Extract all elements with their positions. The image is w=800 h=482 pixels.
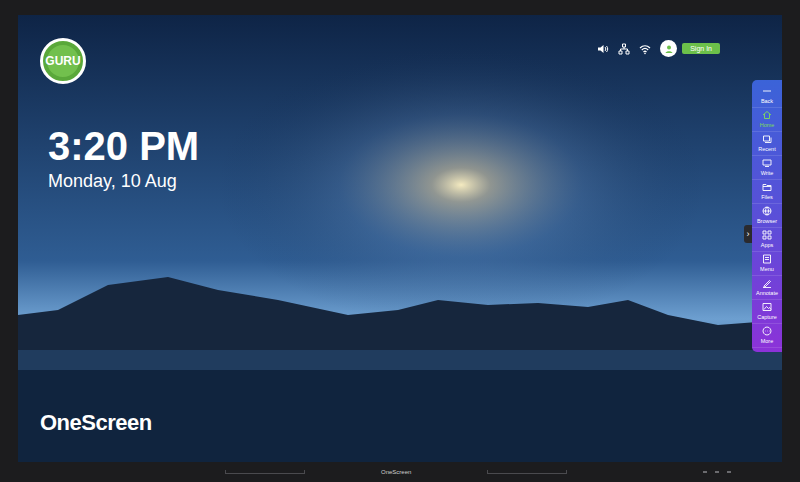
sidebar-item[interactable]: Files <box>752 180 782 204</box>
sidebar-label: Capture <box>757 314 777 321</box>
sidebar-item[interactable]: Annotate <box>752 276 782 300</box>
browser-icon <box>762 206 772 216</box>
pen-tray <box>225 470 305 474</box>
badge-text: GURU <box>45 54 80 68</box>
top-row: GURU Sign In <box>40 38 720 84</box>
brand-logo: OneScreen <box>40 410 720 436</box>
front-buttons <box>703 471 731 473</box>
sidebar-item[interactable]: Home <box>752 108 782 132</box>
pen-tray <box>487 470 567 474</box>
sidebar-label: Menu <box>760 266 774 273</box>
avatar-icon[interactable] <box>660 40 677 57</box>
front-button[interactable] <box>727 471 731 473</box>
clock: 3:20 PMMonday, 10 Aug <box>40 124 720 192</box>
annotate-icon <box>762 278 772 288</box>
sidebar-label: Annotate <box>756 290 778 297</box>
sidebar-label: Apps <box>761 242 774 249</box>
capture-icon <box>762 302 772 312</box>
sidebar-label: Home <box>760 122 775 129</box>
sidebar-item[interactable]: Menu <box>752 252 782 276</box>
sidebar-item[interactable]: Apps <box>752 228 782 252</box>
clock-time: 3:20 PM <box>48 124 720 168</box>
sidebar-item[interactable]: Write <box>752 156 782 180</box>
sidebar-item[interactable]: More <box>752 324 782 348</box>
sidebar-label: Back <box>761 98 773 105</box>
recent-icon <box>762 134 772 144</box>
home-icon <box>762 110 772 120</box>
bottom-bezel: OneScreen <box>18 462 782 482</box>
sidebar-label: Write <box>761 170 774 177</box>
sign-in-button[interactable]: Sign In <box>682 43 720 54</box>
front-button[interactable] <box>703 471 707 473</box>
apps-icon <box>762 230 772 240</box>
files-icon <box>762 182 772 192</box>
more-icon <box>762 326 772 336</box>
front-button[interactable] <box>715 471 719 473</box>
home-content: GURU Sign In 3:20 PMMonday, 10 Aug OneScree… <box>18 15 782 462</box>
guru-badge: GURU <box>40 38 86 84</box>
sidebar: Back Home Recent Write Files Browser Apps Menu A… <box>752 80 782 352</box>
menu-icon <box>762 254 772 264</box>
wallpaper-photo <box>18 15 782 462</box>
back-icon <box>762 86 772 96</box>
speaker-icon[interactable] <box>597 43 609 55</box>
bezel-label: OneScreen <box>381 469 411 475</box>
sidebar-label: Browser <box>757 218 777 225</box>
sidebar-item[interactable]: Recent <box>752 132 782 156</box>
sidebar-label: Files <box>761 194 773 201</box>
wifi-icon[interactable] <box>639 43 651 55</box>
sidebar-item[interactable]: Back <box>752 84 782 108</box>
network-icon[interactable] <box>618 43 630 55</box>
display-frame: GURU Sign In 3:20 PMMonday, 10 Aug OneScree… <box>0 0 800 482</box>
sidebar-label: Recent <box>758 146 775 153</box>
screen: GURU Sign In 3:20 PMMonday, 10 Aug OneScree… <box>18 15 782 462</box>
status-bar: Sign In <box>597 40 720 57</box>
sidebar-item[interactable]: Browser <box>752 204 782 228</box>
write-icon <box>762 158 772 168</box>
sidebar-label: More <box>761 338 774 345</box>
sidebar-item[interactable]: Capture <box>752 300 782 324</box>
sidebar-toggle[interactable]: › <box>744 225 752 243</box>
clock-date: Monday, 10 Aug <box>48 170 720 192</box>
